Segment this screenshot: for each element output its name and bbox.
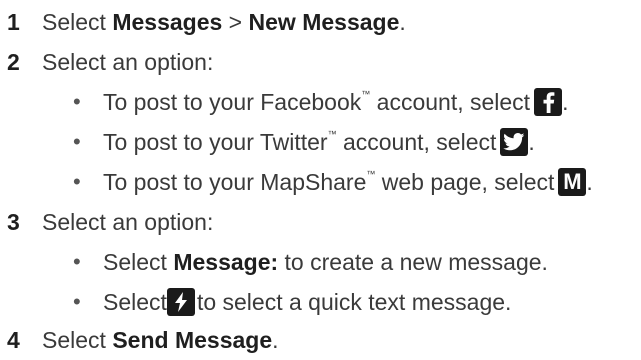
bullet-facebook: • To post to your Facebook™ account, sel… <box>73 88 569 116</box>
quick-text-icon <box>166 288 195 316</box>
step-number: 2 <box>7 48 20 75</box>
instruction-document: 1 Select Messages > New Message. 2 Selec… <box>0 0 641 358</box>
step-4: 4 Select Send Message. <box>0 320 279 360</box>
twitter-icon <box>500 128 529 156</box>
bullet-text: To post to your Twitter™ account, select <box>103 128 497 155</box>
step-text: Select Send Message. <box>42 326 279 353</box>
bullet-text: To post to your MapShare™ web page, sele… <box>103 168 555 195</box>
step-2: 2 Select an option: <box>0 42 213 82</box>
bullet-twitter: • To post to your Twitter™ account, sele… <box>73 128 535 156</box>
step-1: 1 Select Messages > New Message. <box>0 2 406 42</box>
menu-item-label: New Message <box>248 8 400 35</box>
menu-label: Messages <box>112 8 223 35</box>
mapshare-icon: M <box>558 168 587 196</box>
step-number: 3 <box>7 208 20 235</box>
bullet-marker: • <box>73 289 81 314</box>
step-text: Select an option: <box>42 208 214 235</box>
bullet-quick-text: • Select to select a quick text message. <box>73 288 512 316</box>
bullet-text: To post to your Facebook™ account, selec… <box>103 88 531 115</box>
bullet-text: to select a quick text message. <box>196 288 512 315</box>
menu-item-label: Message: <box>173 248 279 275</box>
step-text: Select an option: <box>42 48 214 75</box>
bullet-marker: • <box>73 169 81 194</box>
step-number: 4 <box>7 326 20 353</box>
bullet-marker: • <box>73 129 81 154</box>
bullet-mapshare: • To post to your MapShare™ web page, se… <box>73 168 593 196</box>
step-text: Select Messages > New Message. <box>42 8 406 35</box>
step-number: 1 <box>7 8 20 35</box>
bullet-marker: • <box>73 89 81 114</box>
facebook-icon <box>534 88 563 116</box>
menu-item-label: Send Message <box>112 326 273 353</box>
step-3: 3 Select an option: <box>0 202 213 242</box>
bullet-marker: • <box>73 249 81 274</box>
bullet-text: Select Message: to create a new message. <box>103 248 548 275</box>
bullet-message: • Select Message: to create a new messag… <box>73 242 548 282</box>
